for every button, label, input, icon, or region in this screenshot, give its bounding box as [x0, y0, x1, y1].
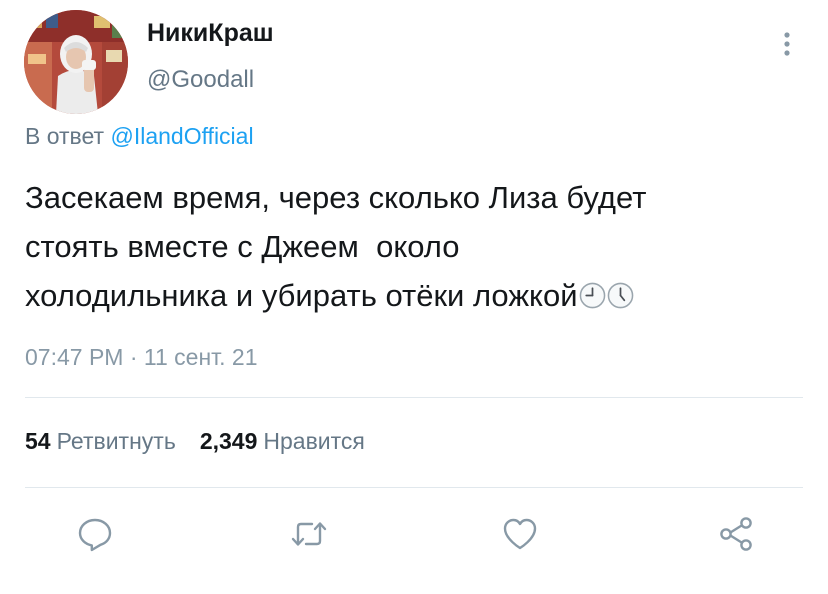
tweet-text-line: Засекаем время, через сколько Лиза будет — [25, 180, 647, 215]
reply-prefix: В ответ — [25, 123, 105, 149]
divider — [25, 397, 803, 398]
likes-count[interactable]: 2,349 — [200, 428, 258, 454]
retweets-label[interactable]: Ретвитнуть — [57, 428, 176, 454]
avatar-photo — [24, 10, 128, 114]
clock-emoji — [607, 282, 633, 309]
tweet-text-line: холодильника и убирать отёки ложкой — [25, 278, 578, 313]
author-handle[interactable]: @Goodall — [147, 66, 254, 94]
likes-label[interactable]: Нравится — [263, 428, 365, 454]
tweet-text-line: стоять вместе с Джеем около — [25, 229, 460, 264]
tweet-timestamp[interactable]: 07:47 PM · 11 сент. 21 — [25, 344, 258, 371]
share-icon[interactable] — [716, 514, 756, 554]
retweet-icon[interactable] — [289, 514, 329, 554]
divider — [25, 487, 803, 488]
avatar[interactable] — [24, 10, 128, 114]
like-icon[interactable] — [500, 514, 540, 554]
reply-mention-link[interactable]: @IlandOfficial — [110, 123, 253, 149]
more-options-icon[interactable] — [775, 26, 799, 62]
clock-emoji — [579, 282, 605, 309]
reply-icon[interactable] — [75, 514, 115, 554]
tweet-text: Засекаем время, через сколько Лиза будет… — [25, 173, 815, 320]
author-display-name[interactable]: НикиКраш — [147, 19, 274, 48]
reply-context: В ответ @IlandOfficial — [25, 123, 254, 150]
retweets-count[interactable]: 54 — [25, 428, 51, 454]
tweet-text-line-last: холодильника и убирать отёки ложкой — [25, 271, 815, 320]
tweet-stats: 54 Ретвитнуть 2,349 Нравится — [25, 428, 365, 455]
